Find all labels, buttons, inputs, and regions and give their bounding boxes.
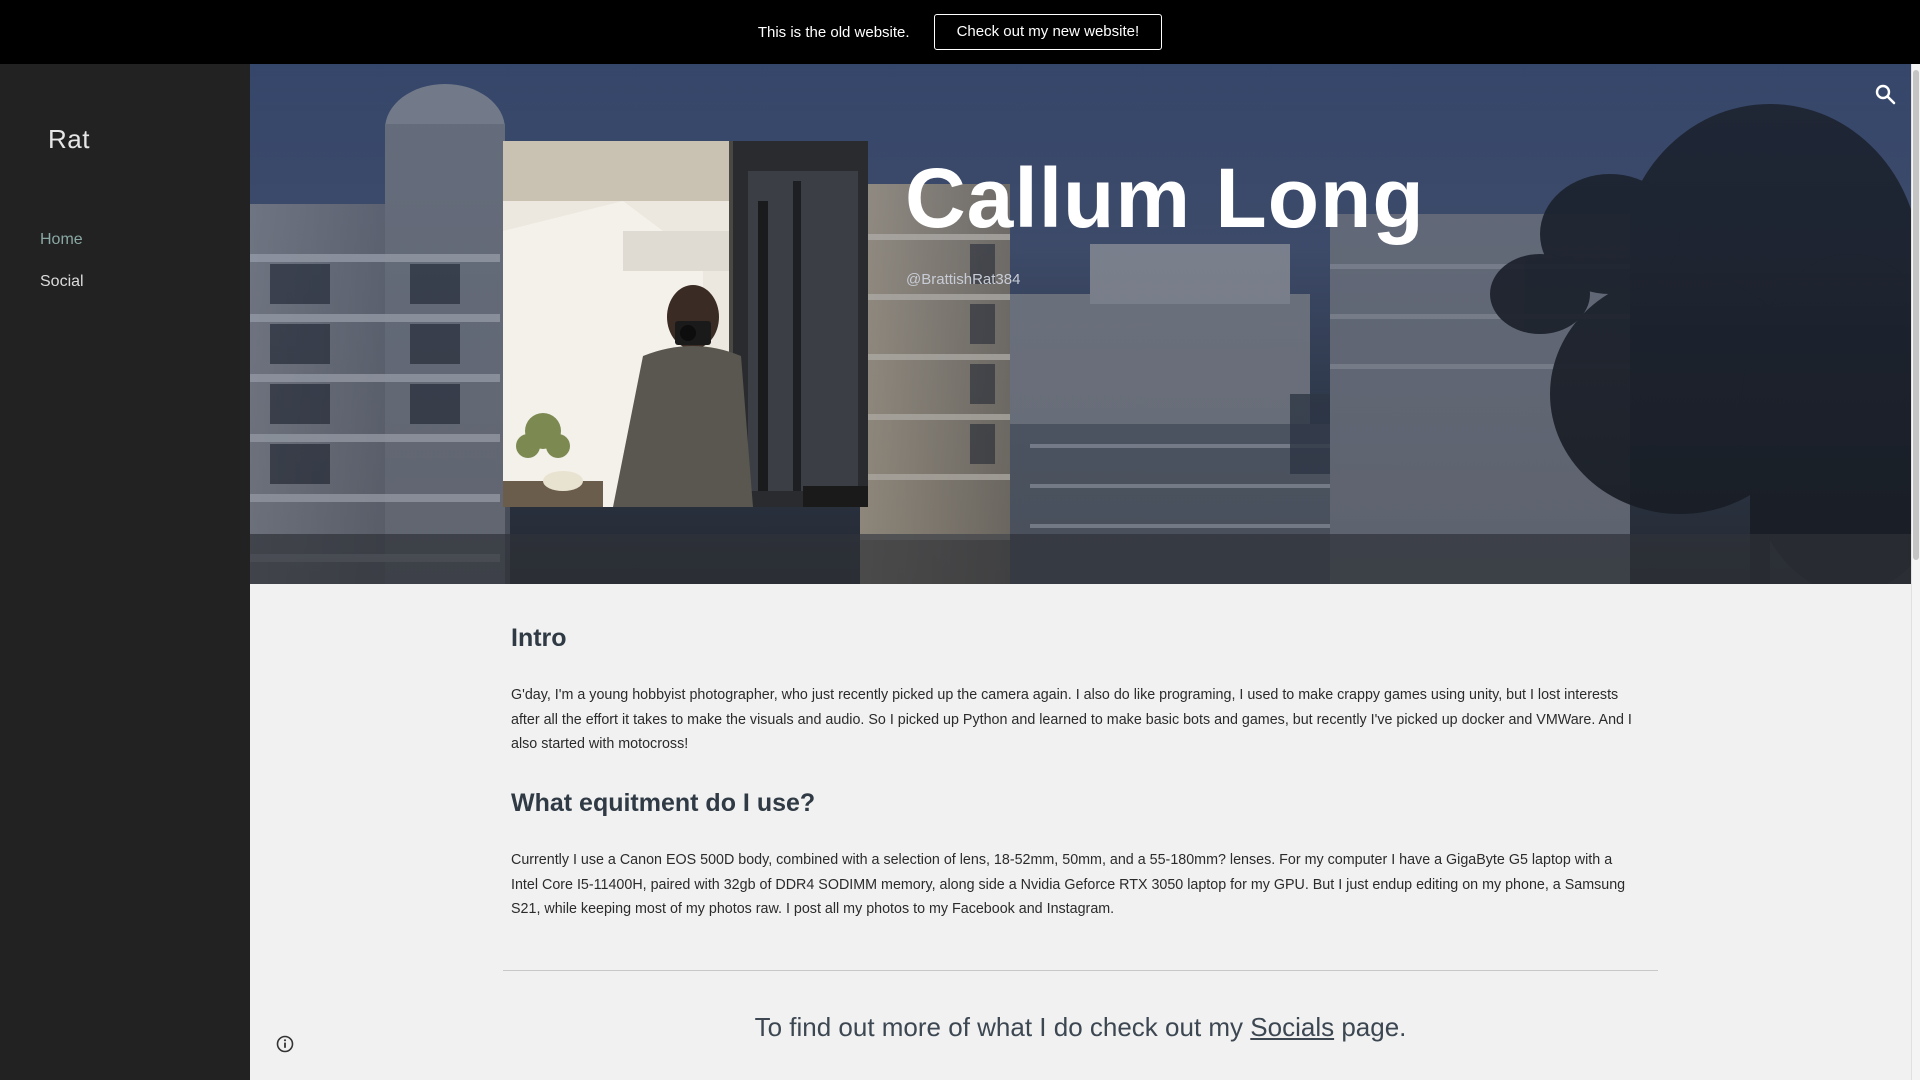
profile-photo	[503, 141, 868, 507]
socials-link[interactable]: Socials	[1250, 1012, 1334, 1042]
cta-prefix: To find out more of what I do check out …	[754, 1012, 1251, 1042]
sidebar-item-social[interactable]: Social	[40, 273, 84, 291]
sidebar-item-home[interactable]: Home	[40, 231, 83, 249]
cta-suffix: page.	[1334, 1012, 1407, 1042]
site-title[interactable]: Rat	[48, 124, 90, 155]
old-website-banner: This is the old website. Check out my ne…	[0, 0, 1920, 64]
sidebar: Rat Home Social	[0, 64, 250, 1080]
new-website-button[interactable]: Check out my new website!	[933, 14, 1163, 50]
hero-handle: @BrattishRat384	[906, 271, 1021, 288]
page-scrollbar[interactable]	[1911, 64, 1920, 1080]
equipment-paragraph: Currently I use a Canon EOS 500D body, c…	[511, 852, 1626, 917]
banner-text: This is the old website.	[757, 23, 910, 41]
intro-heading: Intro	[511, 624, 567, 652]
main-content: Intro G'day, I'm a young hobbyist photog…	[250, 584, 1911, 1080]
equipment-heading: What equitment do I use?	[511, 789, 816, 817]
hero-name: Callum Long	[905, 151, 1425, 245]
info-icon[interactable]	[275, 1034, 295, 1054]
scrollbar-thumb[interactable]	[1913, 70, 1919, 560]
hero-overlay	[250, 64, 1911, 584]
divider	[503, 970, 1658, 971]
intro-paragraph: G'day, I'm a young hobbyist photographer…	[511, 687, 1632, 752]
hero-banner: Callum Long @BrattishRat384	[250, 64, 1911, 584]
socials-call-to-action: To find out more of what I do check out …	[503, 1012, 1658, 1043]
search-icon[interactable]	[1873, 82, 1897, 106]
